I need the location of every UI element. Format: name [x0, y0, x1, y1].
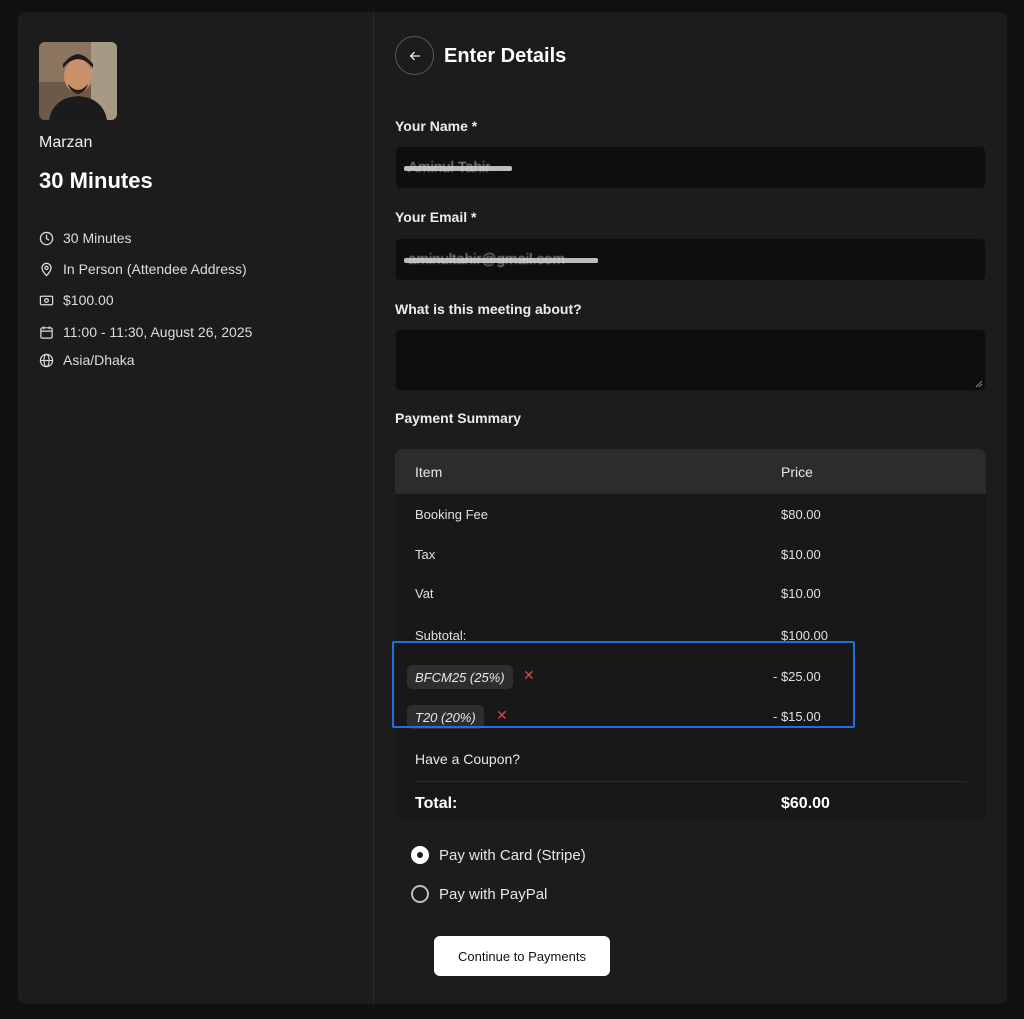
continue-to-payments-button[interactable]: Continue to Payments — [434, 936, 610, 976]
avatar — [39, 42, 117, 120]
clock-icon — [39, 231, 54, 246]
back-button[interactable] — [395, 36, 434, 75]
radio-selected-icon — [411, 846, 429, 864]
host-name: Marzan — [39, 134, 93, 151]
timezone-text: Asia/Dhaka — [63, 352, 135, 368]
event-title: 30 Minutes — [39, 168, 153, 193]
resize-grip-icon[interactable] — [975, 380, 983, 388]
cash-icon — [39, 293, 54, 308]
total-label: Total: — [415, 795, 458, 812]
globe-icon — [39, 353, 54, 368]
event-sidebar: Marzan 30 Minutes 30 Minutes In Person (… — [18, 12, 374, 1004]
about-textarea-wrap — [395, 329, 986, 391]
meta-duration: 30 Minutes — [39, 230, 131, 246]
payment-summary-table: Item Price Booking Fee $80.00 Tax $10.00… — [395, 449, 986, 819]
price-text: $100.00 — [63, 292, 114, 308]
radio-unselected-icon — [411, 885, 429, 903]
coupon-tag: T20 (20%) — [407, 705, 484, 729]
booking-card: Marzan 30 Minutes 30 Minutes In Person (… — [18, 12, 1007, 1004]
remove-coupon-icon[interactable]: ✕ — [496, 707, 508, 724]
host-photo-icon — [39, 42, 117, 120]
meta-location: In Person (Attendee Address) — [39, 261, 247, 277]
col-price-header: Price — [781, 464, 813, 480]
pay-card-option[interactable]: Pay with Card (Stripe) — [411, 846, 586, 864]
pay-card-label: Pay with Card (Stripe) — [439, 846, 586, 864]
name-field[interactable]: Aminul Tahir — [395, 146, 986, 189]
coupon-tag: BFCM25 (25%) — [407, 665, 513, 689]
coupon-discount: - $15.00 — [773, 709, 821, 724]
table-row-item: Booking Fee — [415, 507, 488, 522]
about-textarea[interactable] — [395, 329, 986, 391]
redaction-bar — [404, 258, 598, 263]
table-body: Booking Fee $80.00 Tax $10.00 Vat $10.00… — [395, 494, 986, 819]
table-row-item: Tax — [415, 547, 436, 562]
divider — [415, 781, 966, 782]
coupon-discount: - $25.00 — [773, 669, 821, 684]
subtotal-value: $100.00 — [781, 628, 828, 643]
payment-summary-title: Payment Summary — [395, 410, 522, 426]
meta-timezone: Asia/Dhaka — [39, 352, 135, 368]
meta-price: $100.00 — [39, 292, 114, 308]
duration-text: 30 Minutes — [63, 230, 132, 246]
redaction-bar — [404, 166, 512, 171]
pay-paypal-label: Pay with PayPal — [439, 885, 548, 903]
datetime-text: 11:00 - 11:30, August 26, 2025 — [63, 324, 253, 340]
subtotal-label: Subtotal: — [415, 628, 467, 643]
about-label: What is this meeting about? — [395, 301, 582, 317]
email-field[interactable]: aminultahir@gmail.com — [395, 238, 986, 281]
table-header: Item Price — [395, 449, 986, 494]
have-coupon-link[interactable]: Have a Coupon? — [415, 751, 520, 767]
table-row-item: Vat — [415, 586, 434, 601]
location-text: In Person (Attendee Address) — [63, 261, 247, 277]
pay-paypal-option[interactable]: Pay with PayPal — [411, 885, 547, 903]
arrow-left-icon — [409, 51, 420, 60]
col-item-header: Item — [415, 464, 443, 480]
table-row-price: $80.00 — [781, 507, 821, 522]
name-label: Your Name * — [395, 118, 478, 134]
calendar-icon — [39, 325, 54, 340]
page-title: Enter Details — [444, 45, 567, 67]
location-pin-icon — [39, 262, 54, 277]
table-row-price: $10.00 — [781, 547, 821, 562]
remove-coupon-icon[interactable]: ✕ — [523, 667, 535, 684]
email-label: Your Email * — [395, 209, 477, 225]
total-value: $60.00 — [781, 795, 830, 812]
meta-datetime: 11:00 - 11:30, August 26, 2025 — [39, 324, 252, 340]
table-row-price: $10.00 — [781, 586, 821, 601]
